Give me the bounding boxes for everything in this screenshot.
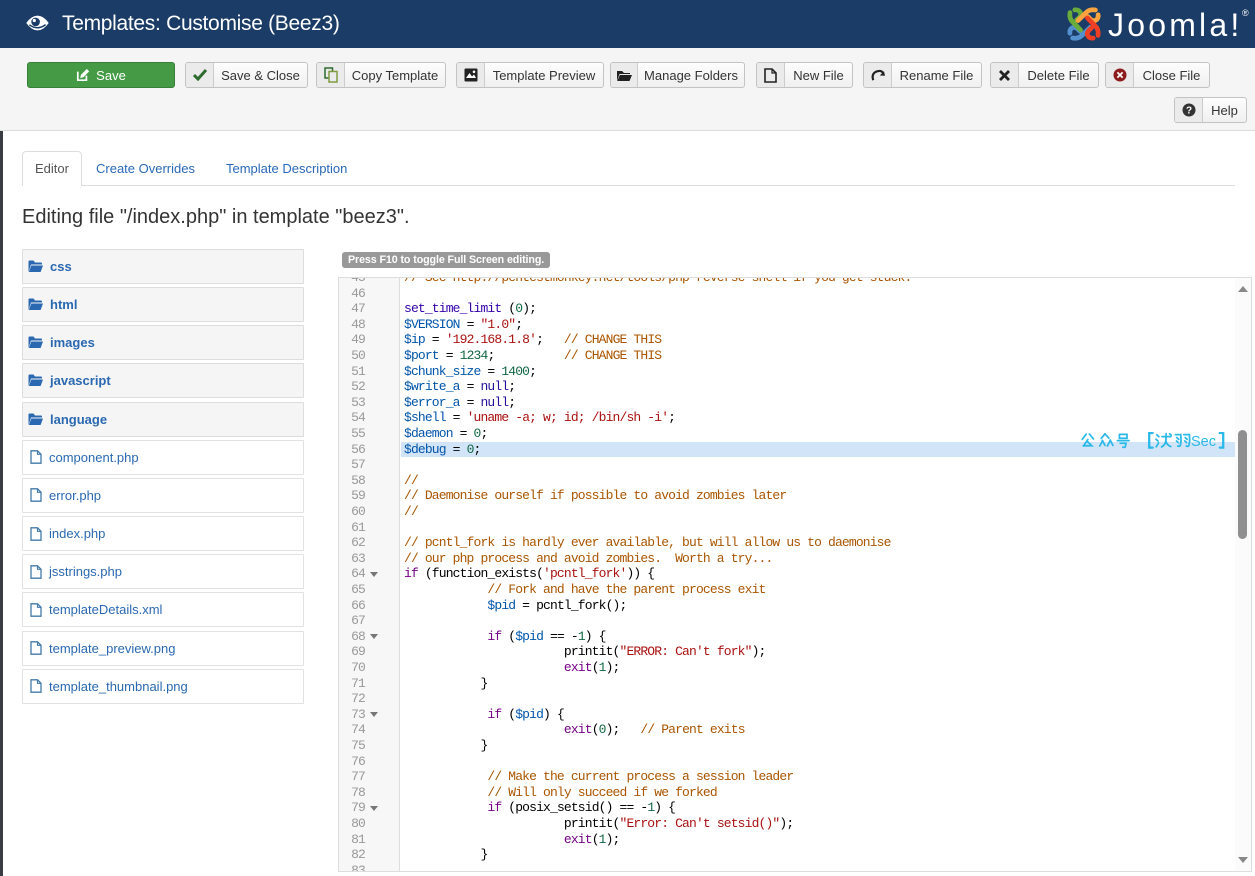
svg-text:?: ? [1185, 106, 1191, 117]
svg-text:Sec: Sec [1191, 434, 1216, 449]
